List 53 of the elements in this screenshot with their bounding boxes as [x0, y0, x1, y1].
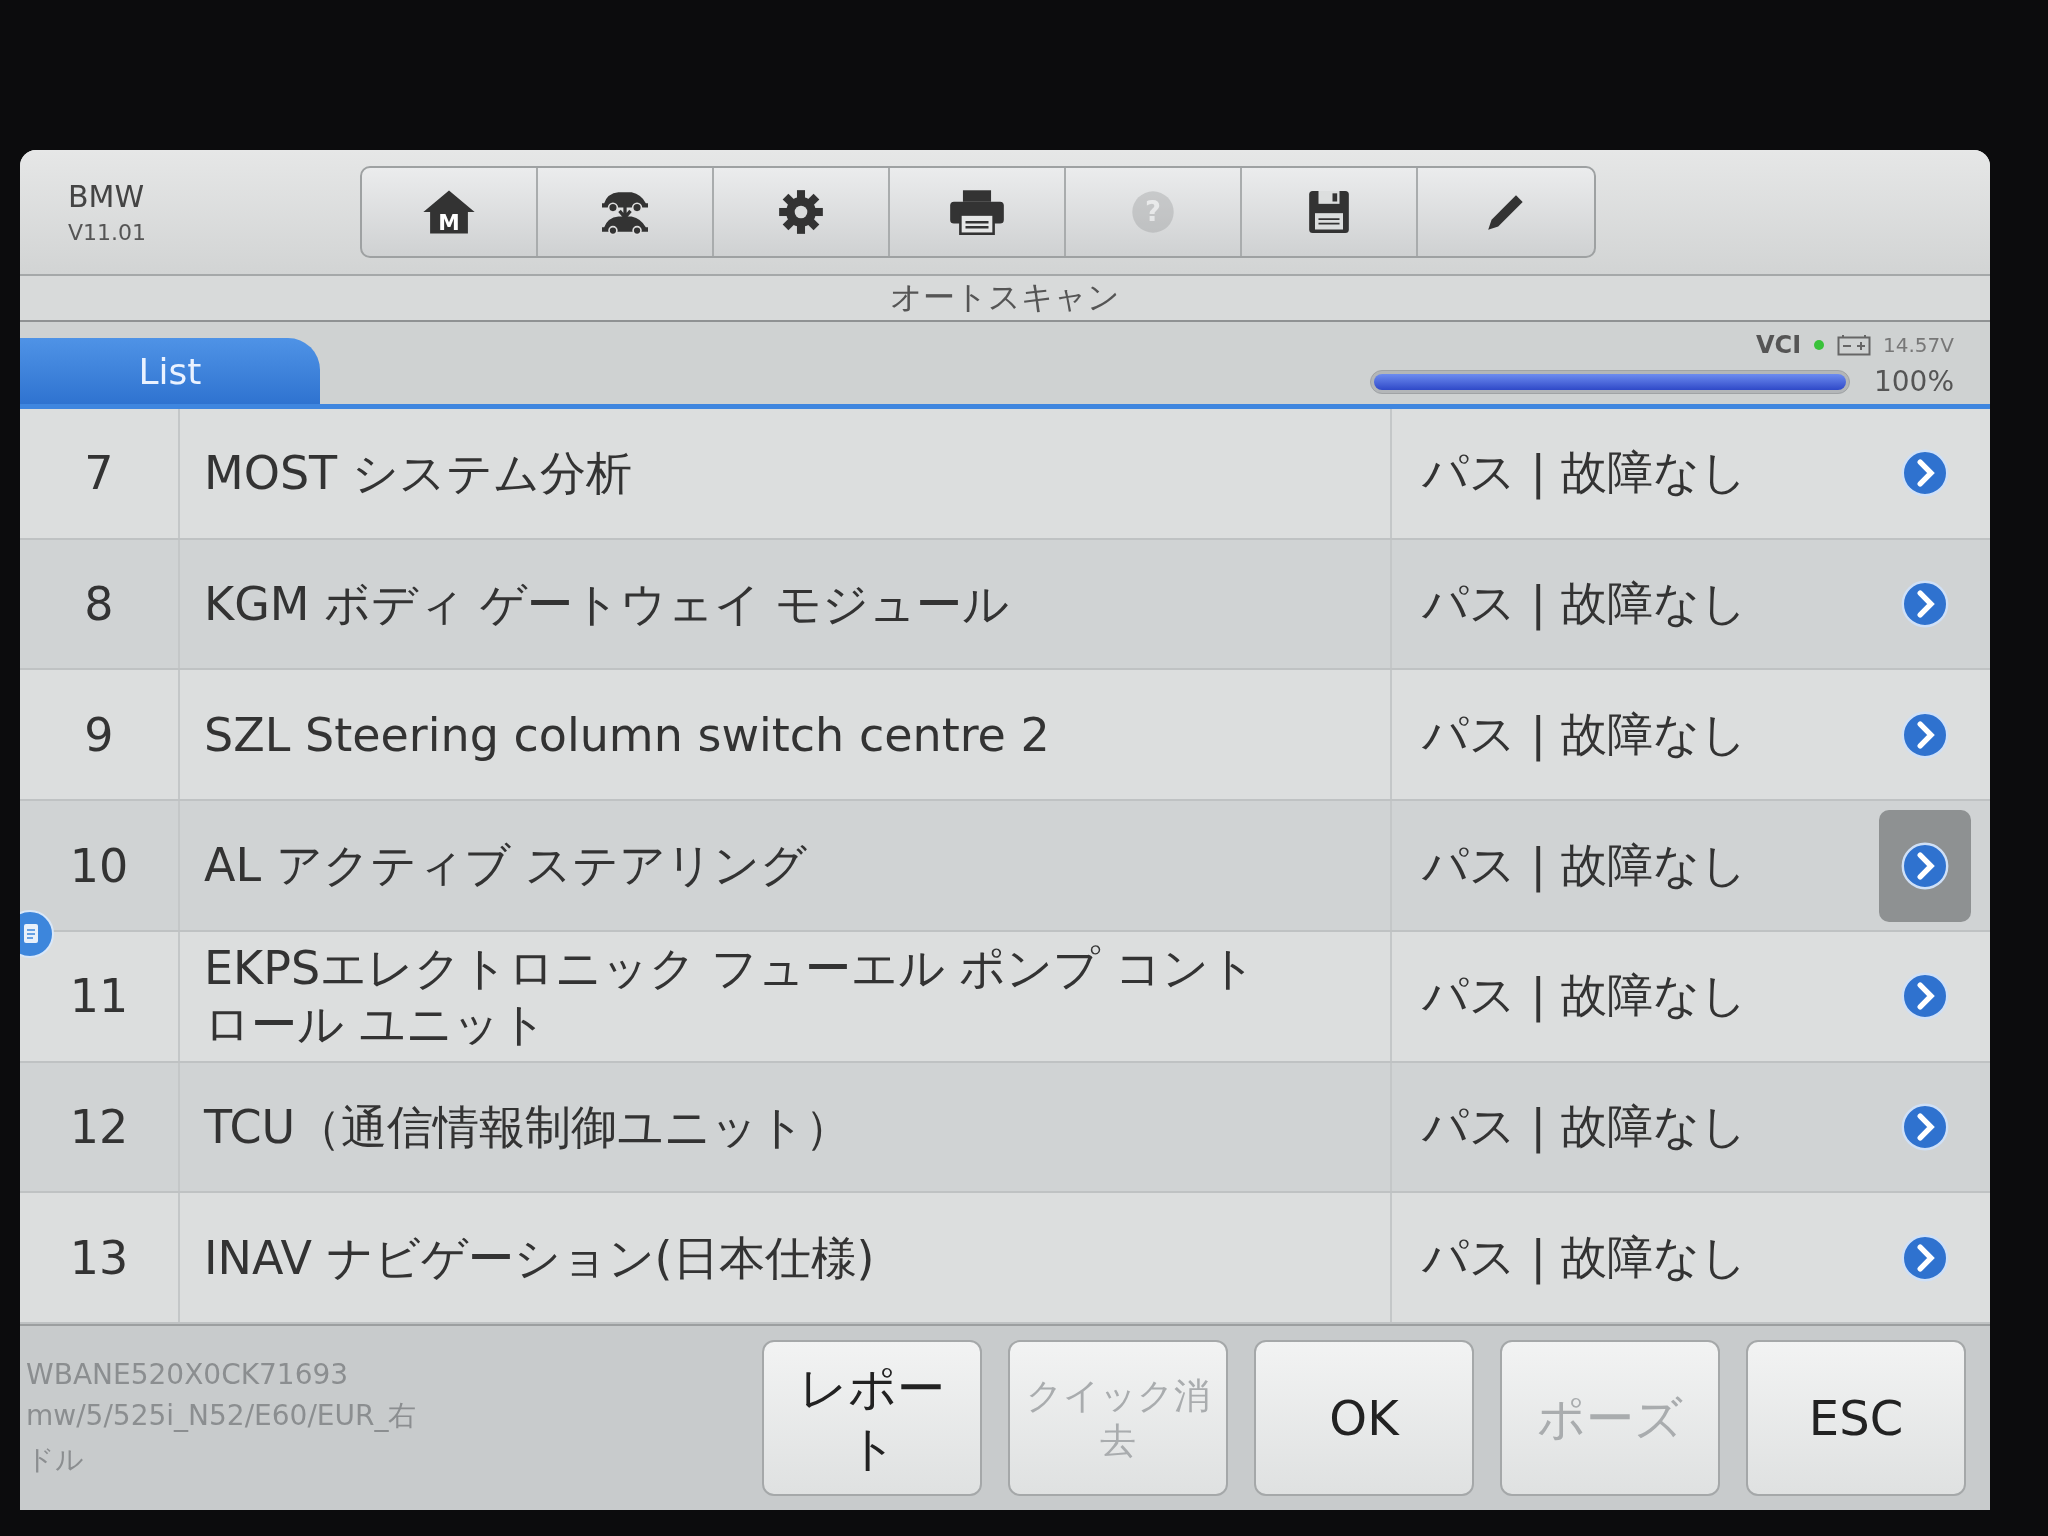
action-button[interactable]: レポート	[762, 1340, 982, 1496]
row-number: 9	[20, 670, 180, 800]
module-name: INAV ナビゲーション(日本仕様)	[204, 1229, 875, 1286]
module-name: EKPSエレクトロニック フューエル ポンプ コントロール ユニット	[204, 940, 1258, 1053]
chevron-circle-icon	[1901, 1233, 1949, 1282]
brand-name: BMW	[68, 179, 145, 214]
scan-result: パス | 故障なし	[1390, 801, 1860, 930]
connection-icon	[1813, 339, 1826, 351]
module-row[interactable]: 7 MOST システム分析 パス | 故障なし	[20, 409, 1990, 540]
help-icon: ?	[1130, 189, 1176, 235]
module-row[interactable]: 12 TCU（通信情報制御ユニット） パス | 故障なし	[20, 1062, 1990, 1194]
gear-icon	[778, 189, 824, 235]
module-row[interactable]: 11 EKPSエレクトロニック フューエル ポンプ コントロール ユニット パス | 故障なし	[20, 931, 1990, 1063]
row-number: 12	[20, 1062, 180, 1192]
module-name: AL アクティブ ステアリング	[204, 837, 808, 894]
row-number: 13	[20, 1193, 180, 1323]
battery-icon	[1837, 334, 1872, 356]
module-row[interactable]: 8 KGM ボディ ゲートウェイ モジュール パス | 故障なし	[20, 539, 1990, 671]
chevron-circle-icon	[1901, 449, 1949, 498]
vehicle-info: ドル	[26, 1441, 84, 1478]
scan-result: パス | 故障なし	[1390, 931, 1860, 1061]
chevron-circle-icon	[1901, 841, 1949, 890]
details-button[interactable]	[1879, 809, 1971, 922]
scan-result: パス | 故障なし	[1390, 409, 1860, 538]
chevron-circle-icon	[1901, 710, 1949, 759]
module-name: KGM ボディ ゲートウェイ モジュール	[204, 576, 1010, 633]
software-version: V11.01	[68, 220, 147, 245]
vehicle-info: WBANE520X0CK71693	[26, 1357, 349, 1391]
module-row[interactable]: 13 INAV ナビゲーション(日本仕様) パス | 故障なし	[20, 1193, 1990, 1325]
scan-result: パス | 故障なし	[1390, 670, 1860, 800]
scan-result: パス | 故障なし	[1390, 1062, 1860, 1192]
module-name: TCU（通信情報制御ユニット）	[204, 1098, 852, 1155]
home-button[interactable]: M	[362, 168, 538, 256]
vehicle-info: mw/5/525i_N52/E60/EUR_右	[26, 1397, 417, 1434]
home-icon: M	[422, 189, 476, 235]
vci-label: VCI	[1755, 331, 1802, 359]
printer-icon	[948, 189, 1006, 235]
module-row[interactable]: 9 SZL Steering column switch centre 2 パス | 故障なし	[20, 670, 1990, 802]
module-name: SZL Steering column switch centre 2	[204, 706, 1050, 763]
progress-percent: 100%	[1873, 365, 1954, 398]
screen-title: オートスキャン	[890, 277, 1120, 318]
action-button[interactable]: ESC	[1746, 1340, 1966, 1496]
scan-result: パス | 故障なし	[1390, 539, 1860, 669]
voltage-reading: 14.57V	[1883, 333, 1954, 357]
chevron-circle-icon	[1901, 580, 1949, 629]
chevron-circle-icon	[1901, 972, 1949, 1021]
action-button[interactable]: OK	[1254, 1340, 1474, 1496]
floating-document-icon[interactable]	[20, 910, 54, 958]
row-number: 7	[20, 409, 180, 538]
row-number: 8	[20, 539, 180, 669]
chevron-circle-icon	[1901, 1102, 1949, 1151]
module-name: MOST システム分析	[204, 445, 632, 502]
scan-result: パス | 故障なし	[1390, 1193, 1860, 1323]
